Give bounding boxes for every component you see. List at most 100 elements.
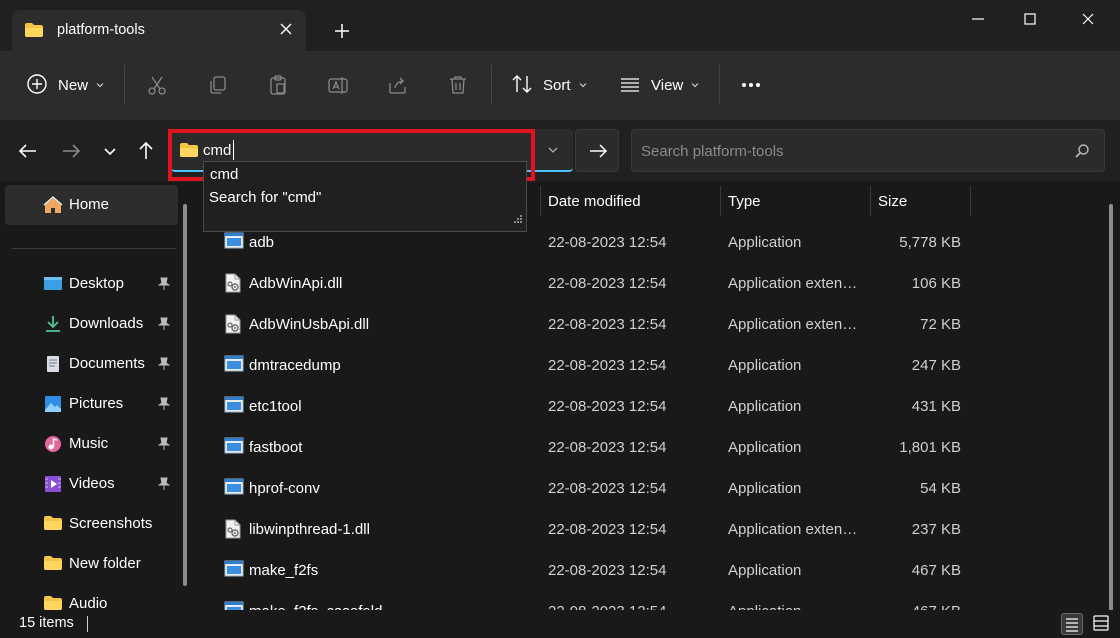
sidebar-item-home[interactable]: Home [5,185,178,225]
file-row[interactable]: etc1tool 22-08-2023 12:54 Application 431 K… [197,386,1097,427]
sidebar-scrollbar[interactable] [183,204,187,586]
pictures-icon [43,395,63,413]
delete-icon[interactable] [447,74,469,96]
new-tab-icon[interactable] [333,22,351,40]
autocomplete-suggestion[interactable]: cmd [210,166,238,183]
file-row[interactable]: AdbWinUsbApi.dll 22-08-2023 12:54 Applicat… [197,304,1097,345]
search-input[interactable]: Search platform-tools [641,143,784,160]
sidebar-item-videos[interactable]: Videos [5,464,178,504]
tiles-view-icon[interactable] [1091,613,1113,635]
file-date: 22-08-2023 12:54 [548,357,667,374]
autocomplete-search-for[interactable]: Search for "cmd" [209,189,321,206]
address-autocomplete: cmd Search for "cmd" [203,161,527,232]
file-date: 22-08-2023 12:54 [548,562,667,579]
file-name: AdbWinApi.dll [249,275,343,292]
forward-arrow-icon[interactable] [60,140,82,162]
document-icon [43,355,63,373]
application-icon [224,355,244,377]
file-list-scrollbar[interactable] [1109,204,1113,610]
chevron-down-icon[interactable] [544,141,562,159]
copy-icon[interactable] [207,74,229,96]
close-window-icon[interactable] [1077,8,1099,30]
file-row[interactable]: make_f2fs 22-08-2023 12:54 Application 467 … [197,550,1097,591]
tab-platform-tools[interactable]: platform-tools [12,10,306,51]
pin-icon[interactable] [157,397,171,415]
sidebar-item-audio[interactable]: Audio [5,584,178,610]
file-row[interactable]: AdbWinApi.dll 22-08-2023 12:54 Application… [197,263,1097,304]
view-label: View [651,77,684,94]
file-type: Application extension [728,521,862,538]
sidebar-item-desktop[interactable]: Desktop [5,264,178,304]
pin-icon[interactable] [157,317,171,335]
address-input[interactable]: cmd [203,142,231,159]
file-name: fastboot [249,439,303,456]
column-header-type[interactable]: Type [728,193,761,210]
file-name: AdbWinUsbApi.dll [249,316,370,333]
file-date: 22-08-2023 12:54 [548,480,667,497]
sidebar-item-screenshots[interactable]: Screenshots [5,504,178,544]
arrow-right-icon [590,144,608,158]
column-divider[interactable] [540,186,541,216]
file-name: make_f2fs [249,562,319,579]
file-row[interactable]: dmtracedump 22-08-2023 12:54 Application 24… [197,345,1097,386]
file-date: 22-08-2023 12:54 [548,439,667,456]
pin-icon[interactable] [157,437,171,455]
pin-icon[interactable] [157,477,171,495]
file-size: 72 KB [920,316,961,333]
column-header-date[interactable]: Date modified [548,193,641,210]
sidebar-item-label: Documents [69,355,145,372]
sidebar-item-downloads[interactable]: Downloads [5,304,178,344]
file-name: etc1tool [249,398,302,415]
go-button[interactable] [575,129,619,172]
column-divider[interactable] [720,186,721,216]
application-icon [224,478,244,500]
resize-grip-icon[interactable] [513,212,523,228]
rename-icon[interactable] [327,74,349,96]
up-arrow-icon[interactable] [135,140,157,162]
videos-icon [43,475,63,493]
navigation-pane: Home Desktop Downloads Documents Picture… [0,182,197,610]
tab-close-icon[interactable] [278,21,294,37]
view-button[interactable]: View [619,51,700,120]
file-size: 237 KB [911,521,961,538]
file-row[interactable]: fastboot 22-08-2023 12:54 Application 1,801… [197,427,1097,468]
details-view-icon[interactable] [1061,613,1083,635]
file-size: 467 KB [911,562,961,579]
column-header-size[interactable]: Size [878,193,907,210]
more-options-icon[interactable] [740,74,762,96]
file-size: 106 KB [911,275,961,292]
paste-icon[interactable] [267,74,289,96]
pin-icon[interactable] [157,357,171,375]
cut-icon[interactable] [146,74,168,96]
music-icon [43,435,63,453]
file-row[interactable]: hprof-conv 22-08-2023 12:54 Application 54 … [197,468,1097,509]
share-icon[interactable] [387,74,409,96]
sidebar-item-music[interactable]: Music [5,424,178,464]
pin-icon[interactable] [157,277,171,295]
sort-label: Sort [543,77,571,94]
search-box[interactable]: Search platform-tools [631,129,1105,172]
toolbar-divider [491,65,492,105]
application-icon [224,437,244,459]
file-type: Application [728,398,802,415]
chevron-down-icon [95,78,105,94]
back-arrow-icon[interactable] [17,140,39,162]
column-divider[interactable] [970,186,971,216]
chevron-down-icon [578,78,588,94]
tab-title: platform-tools [57,22,145,38]
list-view-icon [619,73,641,99]
sort-button[interactable]: Sort [511,51,588,120]
file-name: make_f2fs_casefold [249,603,382,610]
sidebar-item-label: Pictures [69,395,124,412]
sidebar-item-documents[interactable]: Documents [5,344,178,384]
navigation-bar: cmd Search platform-tools [0,120,1120,182]
sidebar-item-pictures[interactable]: Pictures [5,384,178,424]
column-divider[interactable] [870,186,871,216]
new-button[interactable]: New [26,51,105,120]
recent-locations-chevron-icon[interactable] [99,140,121,162]
minimize-icon[interactable] [967,8,989,30]
file-row[interactable]: libwinpthread-1.dll 22-08-2023 12:54 Appli… [197,509,1097,550]
sidebar-item-new-folder[interactable]: New folder [5,544,178,584]
file-row[interactable]: make_f2fs_casefold 22-08-2023 12:54 Applic… [197,591,1097,610]
maximize-icon[interactable] [1019,8,1041,30]
